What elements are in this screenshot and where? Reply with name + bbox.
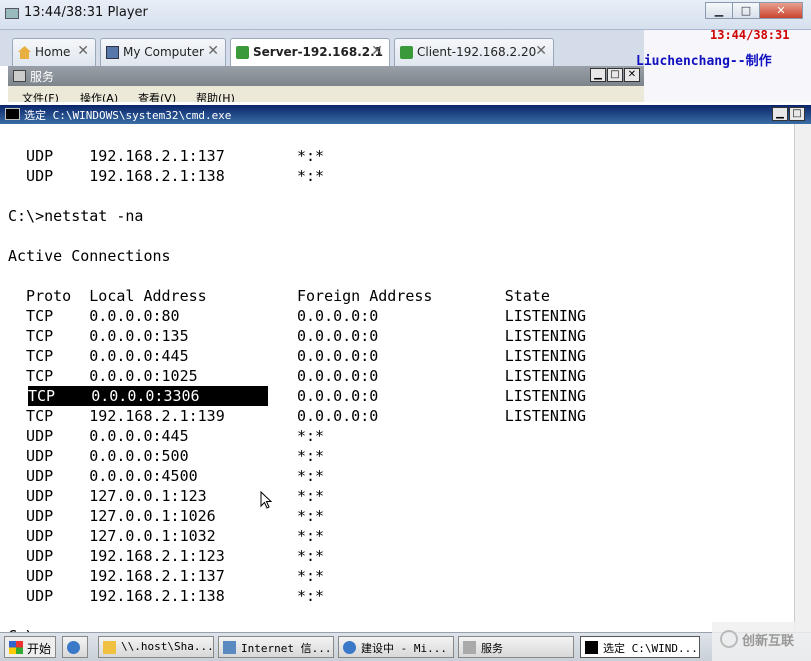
taskbar-item-browser[interactable]: 建设中 - Mi...	[338, 636, 454, 658]
vm-icon	[236, 46, 249, 59]
menu-action[interactable]: 操作(A)	[80, 90, 118, 102]
cmd-line: Active Connections	[8, 247, 171, 265]
internet-icon	[223, 641, 236, 654]
close-button[interactable]: ✕	[759, 2, 803, 19]
tab-label: My Computer	[123, 45, 204, 59]
taskbar-item-label: 建设中 - Mi...	[361, 642, 447, 655]
taskbar-item-label: \\.host\Sha...	[121, 640, 214, 653]
logo-text: 创新互联	[742, 634, 795, 649]
services-title-bar: 服务 ▁ □ ✕	[8, 66, 644, 86]
computer-icon	[106, 46, 119, 59]
taskbar: 开始 \\.host\Sha... Internet 信... 建设中 - Mi…	[0, 632, 811, 661]
home-icon	[18, 46, 31, 59]
tab-label: Home	[35, 45, 71, 59]
cmd-line: UDP 127.0.0.1:1026 *:*	[8, 507, 325, 525]
services-menu-bar: 文件(F) 操作(A) 查看(V) 帮助(H)	[8, 86, 644, 102]
cmd-maximize-button[interactable]: □	[789, 107, 805, 121]
player-title-bar: 13:44/38:31 Player ▁ □ ✕	[0, 0, 811, 30]
cmd-line: TCP 0.0.0.0:1025 0.0.0.0:0 LISTENING	[8, 367, 586, 385]
tab-bar: Home ✕ My Computer ✕ Server-192.168.2.1 …	[0, 30, 644, 67]
cmd-line: UDP 127.0.0.1:123 *:*	[8, 487, 325, 505]
quicklaunch-ie[interactable]	[62, 636, 88, 658]
cmd-icon	[585, 641, 598, 654]
taskbar-item-label: 选定 C:\WIND...	[603, 642, 698, 655]
taskbar-item-share[interactable]: \\.host\Sha...	[98, 636, 214, 658]
taskbar-item-services[interactable]: 服务	[458, 636, 574, 658]
windows-flag-icon	[9, 641, 23, 654]
tab-close-icon[interactable]: ✕	[207, 43, 219, 59]
cmd-title-bar: 选定 C:\WINDOWS\system32\cmd.exe ▁ □	[0, 105, 811, 124]
watermark-logo: 创新互联	[712, 622, 811, 661]
services-maximize-button[interactable]: □	[607, 68, 623, 82]
cmd-line: UDP 0.0.0.0:445 *:*	[8, 427, 325, 445]
cmd-output: UDP 192.168.2.1:137 *:* UDP 192.168.2.1:…	[8, 146, 586, 632]
services-icon	[463, 641, 476, 654]
menu-help[interactable]: 帮助(H)	[196, 90, 235, 102]
services-title: 服务	[30, 70, 55, 84]
cmd-line: UDP 0.0.0.0:500 *:*	[8, 447, 325, 465]
selection-highlight: TCP 0.0.0.0:3306	[28, 386, 268, 406]
cmd-line: UDP 192.168.2.1:138 *:*	[8, 167, 325, 185]
maximize-button[interactable]: □	[732, 2, 760, 19]
vertical-scrollbar[interactable]	[794, 124, 811, 632]
cmd-line: Proto Local Address Foreign Address Stat…	[8, 287, 550, 305]
cmd-line: UDP 192.168.2.1:138 *:*	[8, 587, 325, 605]
ie-icon	[343, 641, 356, 654]
cmd-line: C:\>netstat -na	[8, 207, 144, 225]
overlay-timestamp: 13:44/38:31	[710, 28, 790, 42]
cmd-line: TCP 0.0.0.0:445 0.0.0.0:0 LISTENING	[8, 347, 586, 365]
minimize-button[interactable]: ▁	[705, 2, 733, 19]
overlay-author: Liuchenchang--制作	[636, 54, 772, 69]
services-icon	[13, 70, 26, 82]
tab-home[interactable]: Home ✕	[12, 38, 96, 66]
logo-mark-icon	[720, 630, 738, 648]
cmd-line: TCP 192.168.2.1:139 0.0.0.0:0 LISTENING	[8, 407, 586, 425]
selected-text: TCP 0.0.0.0:3306	[28, 387, 200, 405]
taskbar-item-cmd[interactable]: 选定 C:\WIND...	[580, 636, 700, 658]
folder-icon	[103, 641, 116, 654]
cmd-line	[8, 226, 586, 246]
cmd-line	[8, 186, 586, 206]
tab-close-icon[interactable]: ✕	[535, 43, 547, 59]
cmd-line: TCP 0.0.0.0:80 0.0.0.0:0 LISTENING	[8, 307, 586, 325]
tab-client[interactable]: Client-192.168.2.20 ✕	[394, 38, 554, 66]
cmd-icon	[5, 108, 20, 120]
menu-file[interactable]: 文件(F)	[22, 90, 59, 102]
cmd-line: UDP 192.168.2.1:123 *:*	[8, 547, 325, 565]
cmd-title: 选定 C:\WINDOWS\system32\cmd.exe	[24, 109, 232, 122]
cmd-line	[8, 606, 586, 626]
tab-close-icon[interactable]: ✕	[77, 43, 89, 59]
menu-view[interactable]: 查看(V)	[138, 90, 176, 102]
services-close-button[interactable]: ✕	[624, 68, 640, 82]
start-button[interactable]: 开始	[4, 636, 56, 658]
services-window-controls: ▁ □ ✕	[589, 68, 640, 82]
player-window-controls: ▁ □ ✕	[705, 2, 803, 19]
cmd-minimize-button[interactable]: ▁	[772, 107, 788, 121]
cmd-line: UDP 0.0.0.0:4500 *:*	[8, 467, 325, 485]
cmd-line: UDP 192.168.2.1:137 *:*	[8, 147, 325, 165]
cmd-line: 0.0.0.0:0 LISTENING TCP 0.0.0.0:3306	[8, 386, 586, 406]
cmd-line: UDP 192.168.2.1:137 *:*	[8, 567, 325, 585]
cmd-window-controls: ▁ □	[771, 107, 805, 121]
ie-icon	[67, 641, 80, 654]
mouse-pointer-icon	[260, 491, 272, 509]
taskbar-item-label: Internet 信...	[241, 642, 332, 655]
cmd-output-area[interactable]: UDP 192.168.2.1:137 *:* UDP 192.168.2.1:…	[0, 124, 811, 632]
start-label: 开始	[27, 642, 52, 656]
tab-label: Server-192.168.2.1	[253, 45, 384, 59]
cmd-line: TCP 0.0.0.0:135 0.0.0.0:0 LISTENING	[8, 327, 586, 345]
cmd-line: UDP 127.0.0.1:1032 *:*	[8, 527, 325, 545]
tab-my-computer[interactable]: My Computer ✕	[100, 38, 226, 66]
taskbar-item-internet[interactable]: Internet 信...	[218, 636, 334, 658]
vm-icon	[400, 46, 413, 59]
cmd-line	[8, 266, 586, 286]
services-minimize-button[interactable]: ▁	[590, 68, 606, 82]
taskbar-item-label: 服务	[481, 642, 503, 655]
tab-label: Client-192.168.2.20	[417, 45, 537, 59]
tab-server[interactable]: Server-192.168.2.1 ✕	[230, 38, 390, 67]
player-app-icon	[5, 8, 19, 19]
tab-close-icon[interactable]: ✕	[371, 43, 383, 59]
player-title: 13:44/38:31 Player	[24, 5, 148, 20]
